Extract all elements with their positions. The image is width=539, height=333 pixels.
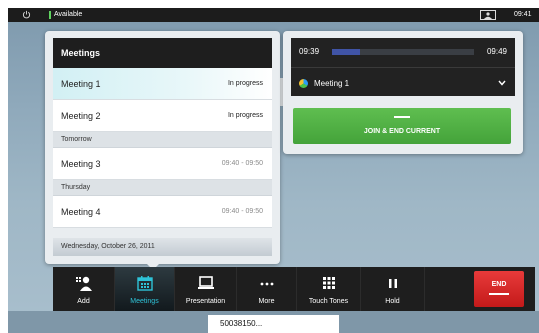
end-call-button[interactable]: END xyxy=(474,271,524,307)
meeting-status: In progress xyxy=(227,80,263,87)
meeting-name: Meeting 3 xyxy=(61,159,101,169)
call-info: 09:39 09:49 Meeting 1 xyxy=(291,38,515,96)
globe-icon xyxy=(299,79,308,88)
keypad-icon xyxy=(322,277,335,289)
day-divider-thursday: Thursday xyxy=(53,180,272,196)
join-button-label: JOIN & END CURRENT xyxy=(363,128,441,135)
status-bar: Available 09:41 xyxy=(8,8,539,22)
date-divider-wednesday: Wednesday, October 26, 2011 xyxy=(53,238,272,256)
call-end-time: 09:49 xyxy=(486,47,507,56)
join-end-current-button[interactable]: JOIN & END CURRENT xyxy=(293,108,511,144)
hold-label: Hold xyxy=(385,298,400,305)
meeting-time: 09:40 - 09:50 xyxy=(221,208,263,215)
meeting-row-3[interactable]: Meeting 3 09:40 - 09:50 xyxy=(53,148,272,180)
hold-button[interactable]: Hold xyxy=(361,267,425,311)
clock: 09:41 xyxy=(514,11,532,18)
meetings-label: Meetings xyxy=(130,298,159,305)
meeting-row-4[interactable]: Meeting 4 09:40 - 09:50 xyxy=(53,196,272,228)
add-participant-icon xyxy=(75,276,92,291)
call-progress-bar xyxy=(332,49,474,55)
more-dots-icon xyxy=(260,282,273,286)
more-button[interactable]: More xyxy=(237,267,297,311)
meeting-row-1[interactable]: Meeting 1 In progress xyxy=(53,68,272,100)
call-progress-fill xyxy=(332,49,361,55)
touch-tones-label: Touch Tones xyxy=(308,298,349,305)
meetings-panel: Meetings Meeting 1 In progress Meeting 2… xyxy=(45,31,280,264)
join-icon xyxy=(394,116,410,118)
add-label: Add xyxy=(77,298,90,305)
end-label: END xyxy=(491,281,507,288)
power-icon[interactable] xyxy=(22,10,31,19)
dial-bar: 50038150... xyxy=(8,311,539,333)
presentation-button[interactable]: Presentation xyxy=(175,267,237,311)
divider xyxy=(291,67,515,68)
day-divider-tomorrow: Tomorrow xyxy=(53,132,272,148)
meeting-status: In progress xyxy=(227,112,263,119)
laptop-icon xyxy=(197,276,214,289)
meeting-name: Meeting 4 xyxy=(61,207,101,217)
chevron-down-icon[interactable] xyxy=(498,80,506,86)
availability-status[interactable]: Available xyxy=(54,11,82,19)
presentation-label: Presentation xyxy=(185,298,226,305)
availability-indicator xyxy=(49,11,51,19)
meeting-name: Meeting 1 xyxy=(61,79,101,89)
touch-tones-button[interactable]: Touch Tones xyxy=(297,267,361,311)
selfview-icon[interactable] xyxy=(480,10,496,20)
add-button[interactable]: Add xyxy=(53,267,115,311)
meeting-row-2[interactable]: Meeting 2 In progress xyxy=(53,100,272,132)
device-screen: Available 09:41 Meetings Meeting 1 In pr… xyxy=(8,8,539,333)
meetings-list: Meeting 1 In progress Meeting 2 In progr… xyxy=(53,68,272,228)
calendar-icon xyxy=(136,276,153,291)
current-meeting-name[interactable]: Meeting 1 xyxy=(314,79,349,88)
current-call-panel: 09:39 09:49 Meeting 1 JOIN & END CURRENT xyxy=(283,31,523,154)
meetings-button[interactable]: Meetings xyxy=(115,267,175,311)
meeting-name: Meeting 2 xyxy=(61,111,101,121)
dial-input[interactable]: 50038150... xyxy=(208,315,339,333)
more-label: More xyxy=(258,298,275,305)
meeting-time: 09:40 - 09:50 xyxy=(221,160,263,167)
end-call-icon xyxy=(489,293,509,295)
meetings-header: Meetings xyxy=(53,38,272,68)
call-toolbar: Add Meetings Presentation More Touch Ton… xyxy=(53,267,535,311)
call-start-time: 09:39 xyxy=(299,47,320,56)
pause-icon xyxy=(388,279,397,288)
